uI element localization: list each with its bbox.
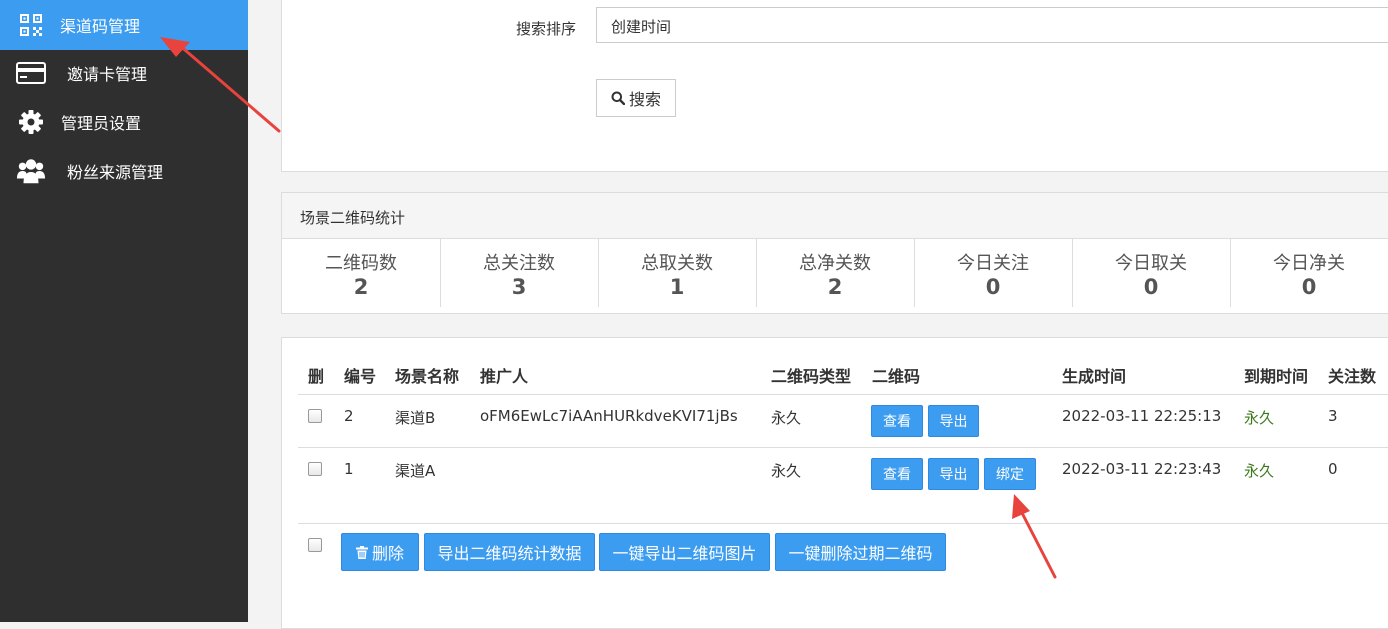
- stat-today-unfollows: 今日取关 0: [1072, 239, 1231, 307]
- sidebar-item-admin-settings[interactable]: 管理员设置: [0, 97, 248, 147]
- row-expires: 永久: [1244, 409, 1275, 427]
- stat-value: 3: [511, 275, 527, 299]
- delete-button-label: 删除: [371, 544, 404, 563]
- table-divider: [298, 523, 1388, 524]
- search-button[interactable]: 搜索: [596, 79, 676, 117]
- view-qrcode-button[interactable]: 查看: [871, 458, 923, 490]
- stat-total-unfollows: 总取关数 1: [598, 239, 757, 307]
- row-name: 渠道A: [395, 462, 436, 480]
- row-id: 2: [344, 407, 354, 425]
- stat-label: 今日取关: [1115, 253, 1187, 274]
- stat-label: 今日净关: [1273, 253, 1345, 274]
- row-promoter: oFM6EwLc7iAAnHURkdveKVI71jBs: [480, 407, 738, 425]
- sidebar-item-invite-card[interactable]: 邀请卡管理: [0, 48, 248, 98]
- column-header: 编号: [344, 367, 377, 386]
- sidebar-item-channel-code[interactable]: 渠道码管理: [0, 0, 248, 50]
- stat-value: 0: [985, 275, 1001, 299]
- stat-label: 今日关注: [957, 253, 1029, 274]
- stat-value: 2: [353, 275, 369, 299]
- stat-label: 总关注数: [483, 253, 555, 274]
- search-button-label: 搜索: [628, 90, 661, 109]
- credit-card-icon: [16, 58, 46, 88]
- sort-select-value: 创建时间: [611, 18, 672, 36]
- stat-total-net: 总净关数 2: [756, 239, 915, 307]
- row-created: 2022-03-11 22:25:13: [1062, 407, 1222, 425]
- view-qrcode-button[interactable]: 查看: [871, 405, 923, 437]
- qrcode-icon: [16, 10, 46, 40]
- row-type: 永久: [771, 462, 802, 480]
- column-header: 删: [308, 367, 325, 386]
- sidebar: 渠道码管理 邀请卡管理 管理员设置 粉丝来源管理: [0, 0, 248, 622]
- table-divider: [298, 394, 1388, 395]
- row-checkbox[interactable]: [308, 409, 322, 423]
- row-follows: 3: [1328, 407, 1338, 425]
- stats-title: 场景二维码统计: [300, 209, 406, 227]
- delete-expired-button[interactable]: 一键删除过期二维码: [775, 533, 946, 571]
- stat-label: 总净关数: [799, 253, 871, 274]
- row-type: 永久: [771, 409, 802, 427]
- stats-panel: 场景二维码统计 二维码数 2 总关注数 3 总取关数 1 总净关数 2 今日关注 0 今日…: [281, 192, 1388, 314]
- stats-header: 场景二维码统计: [282, 193, 1388, 239]
- column-header: 场景名称: [395, 367, 460, 386]
- sort-label: 搜索排序: [516, 20, 577, 38]
- bind-qrcode-button[interactable]: 绑定: [984, 458, 1036, 490]
- sidebar-item-fan-source[interactable]: 粉丝来源管理: [0, 146, 248, 196]
- column-header: 生成时间: [1062, 367, 1127, 386]
- row-expires: 永久: [1244, 462, 1275, 480]
- sidebar-item-label: 渠道码管理: [60, 17, 141, 36]
- table-divider: [298, 447, 1388, 448]
- stat-value: 2: [827, 275, 843, 299]
- column-header: 到期时间: [1244, 367, 1309, 386]
- stat-total-follows: 总关注数 3: [440, 239, 599, 307]
- export-images-button[interactable]: 一键导出二维码图片: [599, 533, 770, 571]
- row-name: 渠道B: [395, 409, 436, 427]
- row-id: 1: [344, 460, 354, 478]
- sidebar-item-label: 邀请卡管理: [67, 65, 148, 84]
- search-panel: 搜索排序 创建时间 搜索: [281, 0, 1388, 172]
- gear-icon: [16, 107, 46, 137]
- trash-icon: [355, 545, 368, 559]
- sort-select[interactable]: 创建时间: [596, 7, 1388, 43]
- users-icon: [16, 156, 46, 186]
- sidebar-item-label: 粉丝来源管理: [67, 163, 164, 182]
- stat-label: 总取关数: [641, 253, 713, 274]
- export-stats-button[interactable]: 导出二维码统计数据: [424, 533, 595, 571]
- row-follows: 0: [1328, 460, 1338, 478]
- stat-qrcode-count: 二维码数 2: [282, 239, 441, 307]
- stat-value: 1: [669, 275, 685, 299]
- search-icon: [611, 91, 625, 105]
- delete-button[interactable]: 删除: [341, 533, 419, 571]
- row-checkbox[interactable]: [308, 462, 322, 476]
- column-header: 二维码类型: [771, 367, 852, 386]
- stat-today-net: 今日净关 0: [1230, 239, 1388, 307]
- main-content: 搜索排序 创建时间 搜索 场景二维码统计 二维码数 2 总关注数 3 总取关数 1 总…: [248, 0, 1388, 629]
- export-qrcode-button[interactable]: 导出: [928, 405, 979, 437]
- stat-label: 二维码数: [325, 253, 397, 274]
- column-header: 关注数: [1328, 367, 1377, 386]
- row-created: 2022-03-11 22:23:43: [1062, 460, 1222, 478]
- stat-today-follows: 今日关注 0: [914, 239, 1073, 307]
- stat-value: 0: [1301, 275, 1317, 299]
- export-qrcode-button[interactable]: 导出: [928, 458, 979, 490]
- sidebar-item-label: 管理员设置: [61, 114, 142, 133]
- stat-value: 0: [1143, 275, 1159, 299]
- column-header: 推广人: [480, 367, 529, 386]
- select-all-checkbox[interactable]: [308, 538, 322, 552]
- column-header: 二维码: [872, 367, 921, 386]
